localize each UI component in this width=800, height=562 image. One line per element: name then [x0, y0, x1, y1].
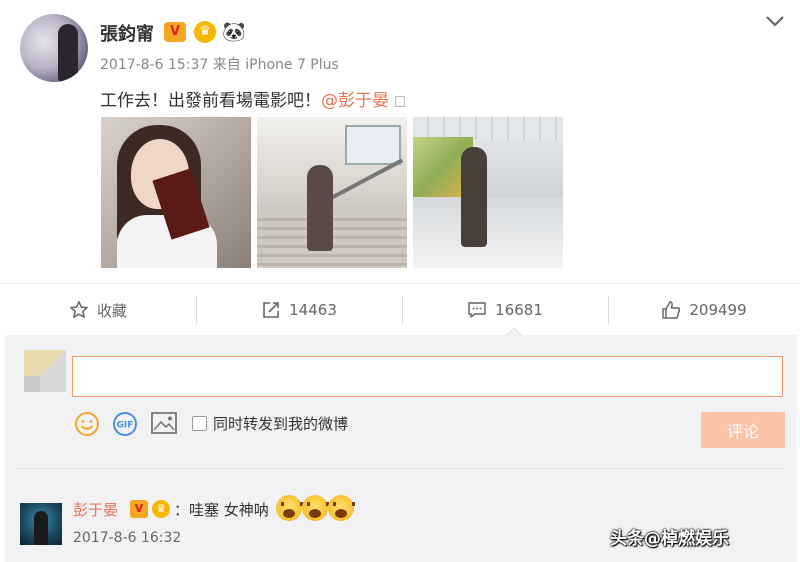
placeholder-glyph: [395, 95, 405, 107]
mention-link[interactable]: @彭于晏: [321, 91, 389, 111]
post-image-1[interactable]: [101, 117, 251, 268]
like-count: 209499: [689, 301, 747, 319]
verified-badge-icon: V: [130, 500, 148, 518]
repost-button[interactable]: 14463: [196, 284, 402, 336]
favorite-button[interactable]: 收藏: [0, 284, 196, 336]
repost-count: 14463: [289, 301, 337, 319]
image-shape: [345, 125, 401, 165]
post-timestamp[interactable]: 2017-8-6 15:37: [100, 57, 208, 73]
repost-icon: [263, 302, 279, 318]
comment-icon: [468, 302, 486, 318]
post-source: 来自 iPhone 7 Plus: [212, 57, 339, 73]
image-upload-icon[interactable]: [150, 411, 178, 435]
post-image-2[interactable]: [257, 117, 407, 268]
commenter-name[interactable]: 彭于晏: [73, 499, 118, 520]
chevron-down-icon[interactable]: [764, 12, 786, 30]
comment-count: 16681: [495, 301, 543, 319]
gif-label: GIF: [117, 421, 134, 431]
verified-badge-icon: V: [164, 22, 186, 42]
panda-badge-icon: 🐼: [222, 21, 246, 43]
current-user-avatar: [24, 350, 66, 392]
shocked-emoji-icon: [302, 495, 329, 521]
avatar-figure: [58, 24, 78, 82]
author-name[interactable]: 張鈞甯: [100, 20, 154, 46]
avatar-block: [24, 376, 40, 392]
divider: [18, 468, 784, 469]
star-icon: [70, 301, 88, 318]
weibo-post: 張鈞甯 V ♛ 🐼 2017-8-6 15:37 来自 iPhone 7 Plu…: [0, 0, 800, 562]
submit-comment-button[interactable]: 评论: [701, 412, 785, 448]
post-text: 工作去！出發前看場電影吧！@彭于晏: [100, 86, 405, 111]
post-image-3[interactable]: [413, 117, 563, 268]
watermark: 头条@棹燃娱乐: [610, 529, 729, 549]
gif-icon[interactable]: GIF: [112, 411, 138, 437]
shocked-emoji-icon: [276, 495, 303, 521]
post-text-main: 工作去！出發前看場電影吧！: [100, 91, 321, 111]
comment-timestamp: 2017-8-6 16:32: [73, 530, 182, 546]
image-shape: [461, 147, 487, 247]
crown-badge-icon: ♛: [194, 21, 216, 43]
comment-text: ：哇塞 女神呐: [174, 501, 269, 519]
shocked-emoji-icon: [328, 495, 355, 521]
post-meta: 2017-8-6 15:37 来自 iPhone 7 Plus: [100, 54, 339, 74]
image-shape: [413, 117, 563, 139]
like-button[interactable]: 209499: [608, 284, 800, 336]
author-avatar[interactable]: [20, 14, 88, 82]
emoji-icon[interactable]: [74, 411, 100, 437]
forward-label[interactable]: 同时转发到我的微博: [213, 413, 348, 434]
comment-button[interactable]: 16681: [402, 284, 608, 336]
panel-caret: [506, 327, 522, 336]
forward-checkbox[interactable]: [192, 416, 207, 431]
favorite-label: 收藏: [96, 301, 127, 320]
comment-input[interactable]: [72, 356, 783, 397]
image-shape: [307, 165, 333, 251]
commenter-avatar[interactable]: [20, 503, 62, 545]
avatar-figure: [34, 511, 48, 545]
action-bar: 收藏 14463 16681 209499: [0, 283, 800, 335]
crown-badge-icon: ♛: [152, 500, 170, 518]
thumbs-up-icon: [662, 301, 681, 319]
image-shape: [413, 197, 563, 268]
